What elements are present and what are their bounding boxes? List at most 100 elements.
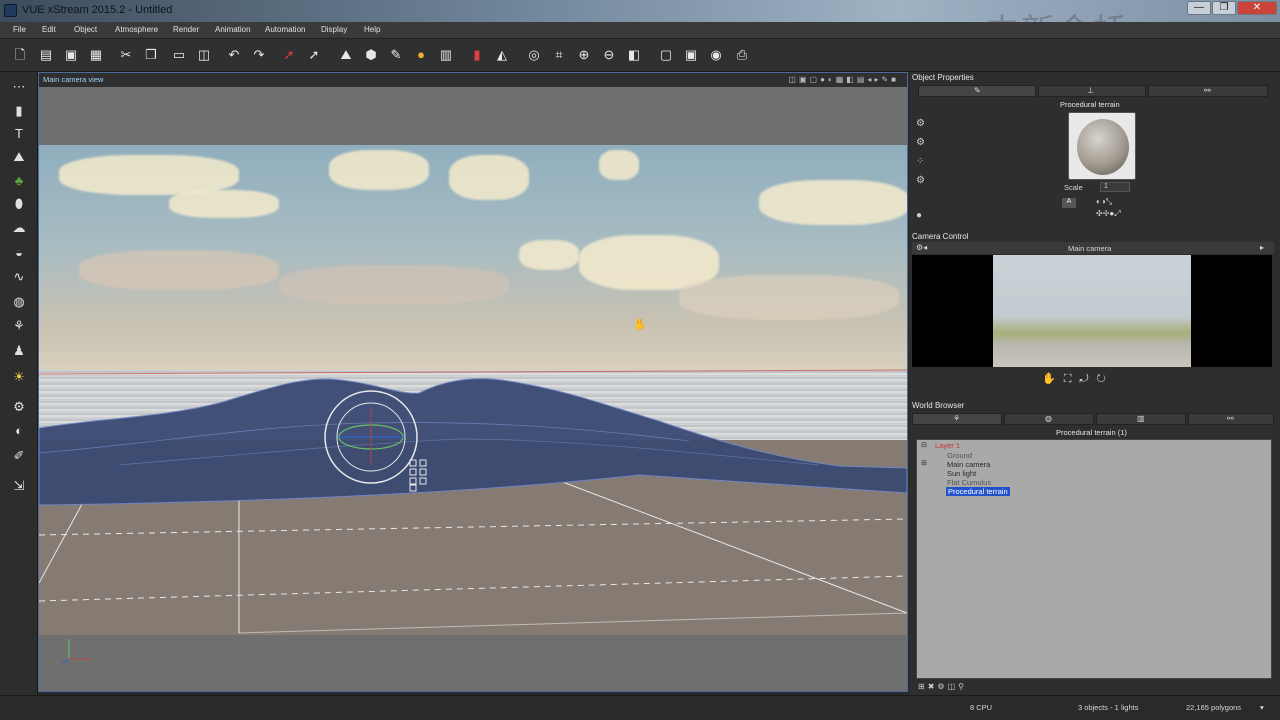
- camera-control-title: Camera Control: [912, 232, 969, 241]
- import-icon[interactable]: ⇲: [10, 477, 28, 495]
- procedural-terrain-mesh: [39, 378, 907, 506]
- figure-icon[interactable]: ♟: [10, 342, 28, 360]
- left-tool-strip: ⋯ ▮ T ⛰ ♣ ⬮ ☁ ◒ ∿ ◍ ⚘ ♟ ☀ ⚙ ◐ ✐ ⇲: [0, 72, 38, 712]
- menu-display[interactable]: Display: [321, 25, 347, 34]
- title-bar: VUE xStream 2015.2 - Untitled 中新金桥 — ❐ ✕: [0, 0, 1280, 52]
- tree-item-layer[interactable]: Layer 1: [935, 441, 960, 450]
- cloud-icon[interactable]: ☁: [10, 219, 28, 237]
- terrain-tool-icon[interactable]: ⛰: [337, 46, 355, 64]
- camera-next-icon[interactable]: ▸: [1260, 243, 1264, 252]
- tab-object-animation[interactable]: ⚯: [1148, 85, 1268, 97]
- tab-object-main[interactable]: ✎: [918, 85, 1036, 97]
- copy-icon[interactable]: ❐: [142, 46, 160, 64]
- group-icon[interactable]: ⚙: [10, 398, 28, 416]
- tree-icon[interactable]: ♣: [10, 172, 28, 190]
- tab-world-materials[interactable]: ◍: [1004, 413, 1094, 425]
- align-icon[interactable]: ▮: [468, 46, 486, 64]
- cylinder-primitive-icon[interactable]: ▮: [10, 102, 28, 120]
- save-icon[interactable]: ▣: [62, 46, 80, 64]
- menu-help[interactable]: Help: [364, 25, 380, 34]
- spline-icon[interactable]: ∿: [10, 268, 28, 286]
- color-palette-icon[interactable]: ●: [412, 46, 430, 64]
- camera-settings-icon[interactable]: ⚙◂: [916, 243, 927, 252]
- material-edit-button[interactable]: A: [1062, 198, 1076, 208]
- menu-object[interactable]: Object: [74, 25, 97, 34]
- render-region-icon[interactable]: ▣: [682, 46, 700, 64]
- object-tool-3-icon[interactable]: ⁘: [916, 152, 925, 171]
- menu-atmosphere[interactable]: Atmosphere: [115, 25, 158, 34]
- material-extra-icon[interactable]: ✣✢●⤢: [1096, 209, 1121, 219]
- close-button[interactable]: ✕: [1237, 1, 1277, 15]
- duplicate-icon[interactable]: ◫: [195, 46, 213, 64]
- terrain-primitive-icon[interactable]: ⛰: [10, 148, 28, 166]
- paint-icon[interactable]: ✐: [10, 447, 28, 465]
- status-dropdown-icon[interactable]: ▾: [1260, 703, 1264, 712]
- tab-object-dimensions[interactable]: ⊥: [1038, 85, 1146, 97]
- view-mode-icon[interactable]: ◧: [625, 46, 643, 64]
- tree-item-ground[interactable]: Ground: [947, 451, 972, 460]
- minimize-button[interactable]: —: [1187, 1, 1211, 15]
- camera-nav-controls-icon[interactable]: ✋⛶⤾↻: [1042, 372, 1114, 386]
- status-bar: 8 CPU 3 objects - 1 lights 22,165 polygo…: [0, 695, 1280, 720]
- redo-icon[interactable]: ↷: [250, 46, 268, 64]
- ecosystem-icon[interactable]: ◍: [10, 293, 28, 311]
- move-tool-icon[interactable]: ➚: [305, 46, 323, 64]
- window-title: VUE xStream 2015.2 - Untitled: [22, 4, 173, 16]
- frame-icon[interactable]: ⌗: [550, 46, 568, 64]
- world-browser-header: Procedural terrain (1): [1056, 428, 1127, 437]
- planet-icon[interactable]: ◒: [10, 244, 28, 262]
- menu-automation[interactable]: Automation: [265, 25, 305, 34]
- globe-icon[interactable]: ◎: [525, 46, 543, 64]
- ruler-icon: ⊥: [1087, 86, 1094, 95]
- light-icon[interactable]: ☀: [10, 368, 28, 386]
- world-browser-tree[interactable]: Layer 1 Ground Main camera Sun light Fla…: [916, 439, 1272, 679]
- grid-icon[interactable]: ▥: [437, 46, 455, 64]
- menu-animation[interactable]: Animation: [215, 25, 251, 34]
- render-preview-icon[interactable]: ◉: [707, 46, 725, 64]
- world-browser-tools-icon[interactable]: ⊞✖⚙◫⚲: [918, 682, 967, 691]
- tree-expanders[interactable]: ⊟ ⊞: [921, 441, 927, 468]
- material-options-icon[interactable]: ◐◑⤡: [1096, 197, 1112, 207]
- plant-icon[interactable]: ⚘: [10, 317, 28, 335]
- render-area-icon[interactable]: ▢: [657, 46, 675, 64]
- svg-text:✋: ✋: [633, 318, 647, 331]
- zoom-out-icon[interactable]: ⊖: [600, 46, 618, 64]
- cut-icon[interactable]: ✂: [117, 46, 135, 64]
- object-tool-4-icon[interactable]: ⚙: [916, 171, 925, 190]
- tree-item-fat-cumulus[interactable]: Flat Cumulus: [947, 478, 991, 487]
- main-camera-viewport[interactable]: Main camera view ◫▣▢●◐▦◧▤◂▸✎■ ✋: [38, 72, 908, 692]
- undo-icon[interactable]: ↶: [225, 46, 243, 64]
- material-preview[interactable]: [1068, 112, 1136, 180]
- material-tool-icon[interactable]: ✎: [387, 46, 405, 64]
- select-tool-icon[interactable]: ➚: [280, 46, 298, 64]
- object-tool-1-icon[interactable]: ⚙: [916, 114, 925, 133]
- object-name-label: Procedural terrain: [1060, 100, 1120, 109]
- tree-item-sun-light[interactable]: Sun light: [947, 469, 976, 478]
- open-file-icon[interactable]: ▤: [37, 46, 55, 64]
- object-tool-2-icon[interactable]: ⚙: [916, 133, 925, 152]
- scale-label: Scale: [1064, 183, 1083, 192]
- boolean-icon[interactable]: ◐: [10, 422, 28, 440]
- object-tool-icon[interactable]: ⬢: [362, 46, 380, 64]
- menu-render[interactable]: Render: [173, 25, 199, 34]
- object-tool-5-icon[interactable]: ●: [916, 206, 925, 225]
- zoom-in-icon[interactable]: ⊕: [575, 46, 593, 64]
- tab-world-links[interactable]: ⚯: [1188, 413, 1274, 425]
- scale-input[interactable]: 1: [1100, 182, 1130, 192]
- maximize-button[interactable]: ❐: [1212, 1, 1236, 15]
- menu-edit[interactable]: Edit: [42, 25, 56, 34]
- paste-icon[interactable]: ▭: [170, 46, 188, 64]
- mirror-icon[interactable]: ◭: [493, 46, 511, 64]
- menu-file[interactable]: File: [13, 25, 26, 34]
- tab-world-library[interactable]: ▥: [1096, 413, 1186, 425]
- tree-item-procedural-terrain[interactable]: Procedural terrain: [946, 487, 1010, 496]
- new-file-icon[interactable]: 🗋: [11, 46, 29, 64]
- camera-render-icon[interactable]: ⎙: [733, 46, 751, 64]
- save-as-icon[interactable]: ▦: [87, 46, 105, 64]
- tab-world-objects[interactable]: ⚘: [912, 413, 1002, 425]
- text-object-icon[interactable]: T: [10, 125, 28, 143]
- rock-icon[interactable]: ⬮: [10, 195, 28, 213]
- tree-item-main-camera[interactable]: Main camera: [947, 460, 990, 469]
- camera-name: Main camera: [1068, 244, 1112, 253]
- camera-selector[interactable]: ⚙◂ Main camera ▸: [912, 242, 1274, 254]
